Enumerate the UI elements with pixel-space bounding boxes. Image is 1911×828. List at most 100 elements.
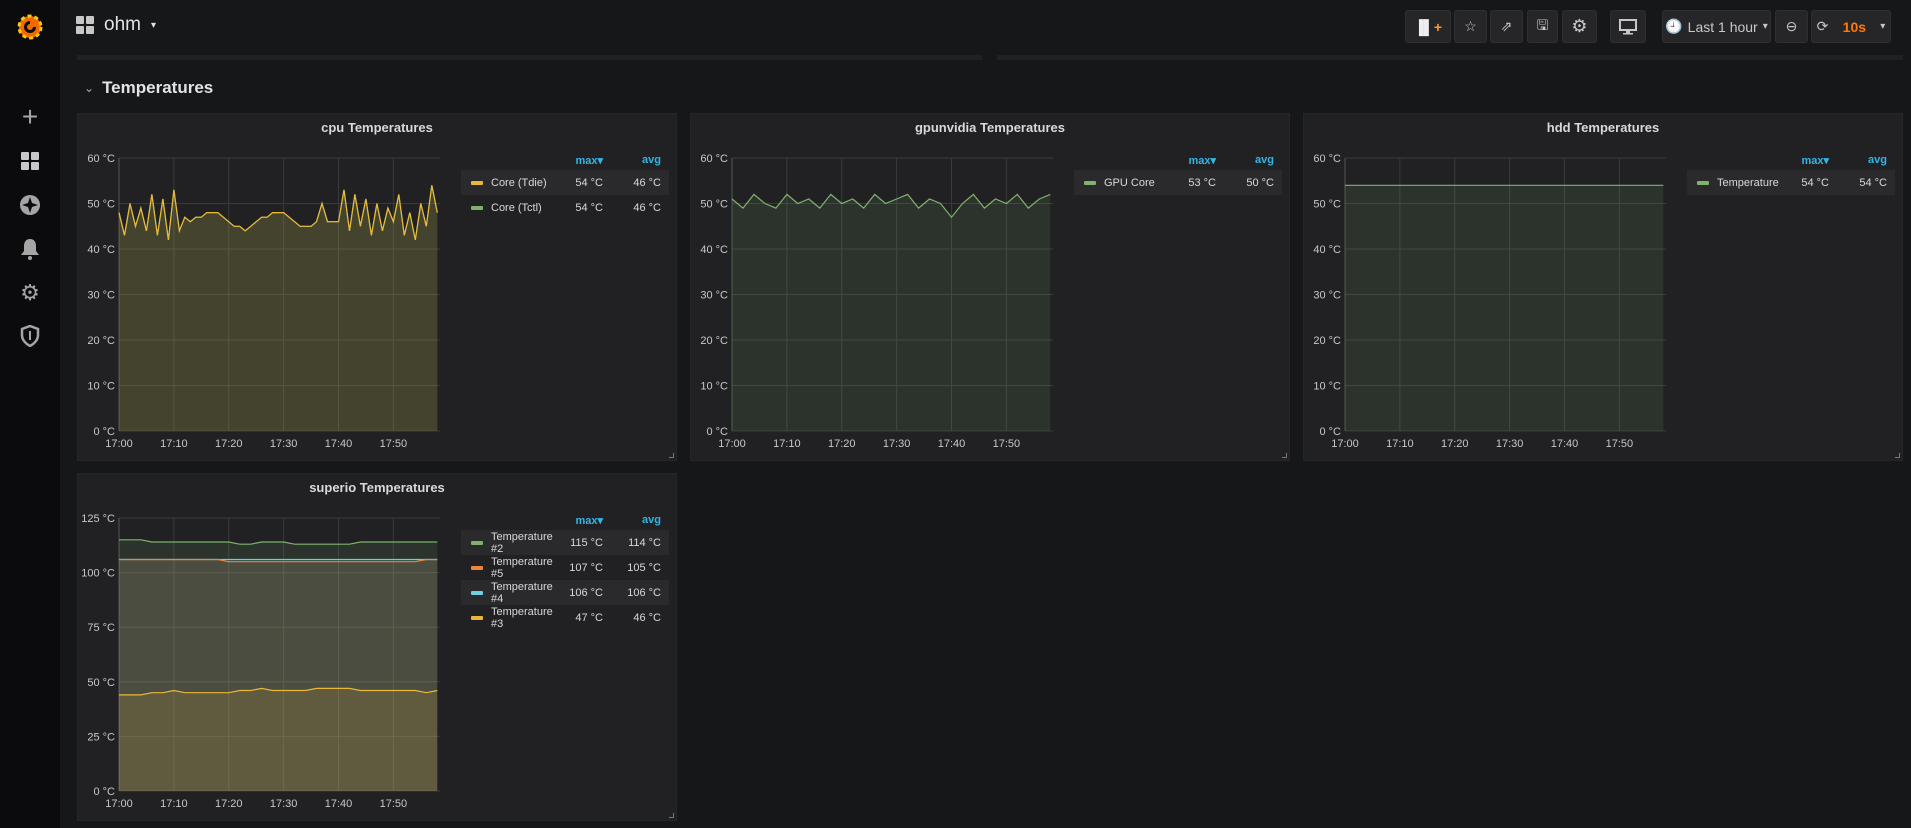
x-tick-label: 17:40 — [325, 438, 353, 450]
zoom-out-icon: ⊖ — [1785, 18, 1798, 34]
panel-hdd-temperatures[interactable]: hdd Temperatures 0 °C 10 °C 20 °C 30 °C 40 °C… — [1303, 113, 1903, 461]
refresh-icon[interactable]: ⟳ — [1817, 18, 1829, 35]
series-color-swatch[interactable] — [1697, 180, 1709, 185]
chevron-down-icon: ⌄ — [84, 81, 95, 95]
legend-avg: 114 °C — [628, 536, 661, 549]
server-admin-shield-icon[interactable] — [15, 321, 45, 351]
grafana-logo-icon[interactable] — [15, 12, 45, 42]
x-tick-label: 17:30 — [270, 438, 298, 450]
x-tick-label: 17:20 — [1441, 438, 1469, 450]
y-tick-label: 40 °C — [1313, 244, 1341, 256]
y-tick-label: 75 °C — [87, 622, 115, 634]
x-tick-label: 17:00 — [718, 438, 746, 450]
legend-item[interactable]: Temperature 54 °C 54 °C — [1687, 170, 1895, 195]
legend-item[interactable]: Temperature #4 106 °C 106 °C — [461, 580, 669, 605]
x-tick-label: 17:00 — [105, 798, 133, 810]
y-tick-label: 10 °C — [87, 381, 115, 393]
star-button[interactable]: ☆ — [1454, 10, 1487, 43]
legend-header-avg[interactable]: avg — [1224, 154, 1282, 170]
legend-header-avg[interactable]: avg — [611, 154, 669, 170]
caret-down-icon: ▾ — [1762, 21, 1768, 32]
panel-superio-temperatures[interactable]: superio Temperatures 0 °C 25 °C 50 °C 75 °C 1… — [77, 473, 677, 821]
series-color-swatch[interactable] — [471, 565, 483, 570]
panel-resize-handle[interactable] — [669, 813, 674, 818]
legend-series-name[interactable]: Temperature #2 — [491, 531, 553, 555]
series-color-swatch[interactable] — [471, 615, 483, 620]
y-tick-label: 20 °C — [1313, 335, 1341, 347]
y-tick-label: 0 °C — [93, 786, 115, 798]
legend-avg: 50 °C — [1246, 176, 1274, 189]
zoom-out-button[interactable]: ⊖ — [1775, 10, 1808, 43]
settings-button[interactable]: ⚙ — [1562, 10, 1597, 43]
legend-header-max[interactable]: max▾ — [553, 154, 611, 170]
legend-series-name[interactable]: GPU Core — [1104, 177, 1166, 189]
sidebar: + ⚙ — [0, 0, 60, 828]
series-color-swatch[interactable] — [471, 540, 483, 545]
legend-header-avg[interactable]: avg — [611, 514, 669, 530]
y-tick-label: 10 °C — [700, 381, 728, 393]
series-color-swatch[interactable] — [471, 180, 483, 185]
legend-header-max[interactable]: max▾ — [553, 514, 611, 530]
legend-series-name[interactable]: Core (Tdie) — [491, 177, 553, 189]
series-color-swatch[interactable] — [1084, 180, 1096, 185]
x-tick-label: 17:30 — [270, 798, 298, 810]
legend-max: 53 °C — [1188, 176, 1216, 189]
x-tick-label: 17:50 — [993, 438, 1021, 450]
row-header-temperatures[interactable]: ⌄ Temperatures — [84, 78, 213, 98]
legend-series-name[interactable]: Core (Tctl) — [491, 202, 553, 214]
legend-series-name[interactable]: Temperature #3 — [491, 606, 553, 630]
legend-item[interactable]: Temperature #3 47 °C 46 °C — [461, 605, 669, 630]
legend-max: 115 °C — [570, 536, 603, 549]
dashboards-icon[interactable] — [15, 146, 45, 176]
dashboards-icon — [76, 16, 94, 34]
legend-avg: 46 °C — [633, 611, 661, 624]
y-tick-label: 40 °C — [87, 244, 115, 256]
legend-series-name[interactable]: Temperature — [1717, 177, 1779, 189]
panel-resize-handle[interactable] — [1282, 453, 1287, 458]
star-icon: ☆ — [1464, 18, 1477, 34]
legend-series-name[interactable]: Temperature #5 — [491, 556, 553, 580]
legend: max▾ avg Core (Tdie) 54 °C 46 °C Core (Tctl) 5… — [461, 154, 669, 220]
share-button[interactable]: ⇗ — [1490, 10, 1523, 43]
series-color-swatch[interactable] — [471, 590, 483, 595]
y-tick-label: 50 °C — [87, 199, 115, 211]
legend-item[interactable]: Core (Tdie) 54 °C 46 °C — [461, 170, 669, 195]
panel-resize-handle[interactable] — [1895, 453, 1900, 458]
y-tick-label: 60 °C — [1313, 153, 1341, 165]
legend-avg: 105 °C — [627, 561, 661, 574]
legend-header-max[interactable]: max▾ — [1779, 154, 1837, 170]
series-color-swatch[interactable] — [471, 205, 483, 210]
legend-header-avg[interactable]: avg — [1837, 154, 1895, 170]
configuration-gear-icon[interactable]: ⚙ — [15, 278, 45, 308]
alerting-bell-icon[interactable] — [15, 234, 45, 264]
legend-max: 54 °C — [575, 201, 603, 214]
legend-item[interactable]: GPU Core 53 °C 50 °C — [1074, 170, 1282, 195]
series-fill — [1345, 185, 1664, 431]
y-tick-label: 60 °C — [700, 153, 728, 165]
row-title: Temperatures — [102, 78, 214, 97]
panel-resize-handle[interactable] — [669, 453, 674, 458]
panel-cpu-temperatures[interactable]: cpu Temperatures 0 °C 10 °C 20 °C 30 °C 40 °C… — [77, 113, 677, 461]
legend-item[interactable]: Temperature #5 107 °C 105 °C — [461, 555, 669, 580]
series-fill — [732, 194, 1051, 431]
panel-gpunvidia-temperatures[interactable]: gpunvidia Temperatures 0 °C 10 °C 20 °C 30 °… — [690, 113, 1290, 461]
tv-mode-button[interactable] — [1610, 10, 1646, 43]
plus-icon[interactable]: + — [15, 101, 45, 132]
caret-down-icon: ▾ — [1880, 21, 1886, 32]
legend-item[interactable]: Core (Tctl) 54 °C 46 °C — [461, 195, 669, 220]
refresh-interval-label[interactable]: 10s — [1843, 19, 1866, 35]
x-tick-label: 17:10 — [773, 438, 801, 450]
dashboard-picker[interactable]: ohm ▾ — [76, 14, 156, 36]
save-button[interactable]: 🖫 — [1527, 10, 1558, 43]
explore-compass-icon[interactable] — [15, 190, 45, 220]
refresh-picker[interactable]: ⟳ 10s ▾ — [1811, 10, 1891, 43]
legend-series-name[interactable]: Temperature #4 — [491, 581, 553, 605]
legend-item[interactable]: Temperature #2 115 °C 114 °C — [461, 530, 669, 555]
add-panel-button[interactable]: ▐▌+ — [1405, 10, 1451, 43]
clock-icon: 🕘 — [1665, 18, 1683, 34]
x-tick-label: 17:20 — [215, 798, 243, 810]
x-tick-label: 17:40 — [1551, 438, 1579, 450]
time-range-picker[interactable]: 🕘 Last 1 hour ▾ — [1662, 10, 1771, 43]
legend: max▾ avg GPU Core 53 °C 50 °C — [1074, 154, 1282, 195]
legend-header-max[interactable]: max▾ — [1166, 154, 1224, 170]
